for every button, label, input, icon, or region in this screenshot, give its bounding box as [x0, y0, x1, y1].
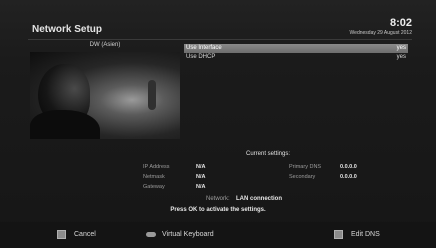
network-setup-screen: Network Setup 8:02 Wednesday 29 August 2… — [0, 0, 436, 248]
virtual-keyboard-button[interactable]: Virtual Keyboard — [146, 229, 214, 239]
preview-person-shoulder — [30, 110, 100, 139]
secondary-dns-value: 0.0.0.0 — [340, 174, 357, 180]
header-divider — [28, 39, 412, 40]
primary-dns-label: Primary DNS — [289, 164, 322, 170]
primary-dns-value: 0.0.0.0 — [340, 164, 357, 170]
network-label: Network: — [206, 196, 230, 202]
keyboard-icon — [146, 231, 156, 237]
network-value: LAN connection — [236, 196, 282, 202]
cancel-button[interactable]: Cancel — [57, 229, 96, 239]
virtual-keyboard-label: Virtual Keyboard — [162, 230, 214, 238]
menu-item-label: Use Interface — [186, 45, 222, 51]
menu-item-use-interface[interactable]: Use Interface yes — [184, 44, 408, 53]
page-title: Network Setup — [32, 24, 103, 35]
menu-item-label: Use DHCP — [186, 54, 216, 60]
ip-address-label: IP Address — [143, 164, 170, 170]
red-key-icon — [57, 229, 66, 239]
menu-item-value: yes — [396, 54, 406, 60]
menu-item-value: yes — [396, 45, 406, 51]
clock-date: Wednesday 29 August 2012 — [349, 30, 412, 36]
menu-item-use-dhcp[interactable]: Use DHCP yes — [184, 53, 408, 62]
secondary-dns-label: Secondary — [289, 174, 316, 180]
gateway-label: Gateway — [143, 184, 165, 190]
clock-time: 8:02 — [389, 17, 412, 29]
gateway-value: N/A — [196, 184, 206, 190]
blue-key-icon — [334, 229, 343, 239]
ip-address-value: N/A — [196, 164, 206, 170]
cancel-label: Cancel — [74, 230, 96, 238]
tv-preview — [30, 52, 180, 139]
preview-background-figure — [148, 80, 156, 110]
channel-name: DW (Asien) — [89, 42, 121, 48]
edit-dns-button[interactable]: Edit DNS — [334, 229, 380, 239]
clock: 8:02 Wednesday 29 August 2012 — [349, 17, 412, 37]
netmask-value: N/A — [196, 174, 206, 180]
edit-dns-label: Edit DNS — [351, 230, 380, 238]
activate-hint: Press OK to activate the settings. — [170, 207, 266, 213]
settings-menu: Use Interface yes Use DHCP yes — [184, 44, 408, 62]
netmask-label: Netmask — [143, 174, 165, 180]
current-settings-title: Current settings: — [246, 151, 291, 157]
